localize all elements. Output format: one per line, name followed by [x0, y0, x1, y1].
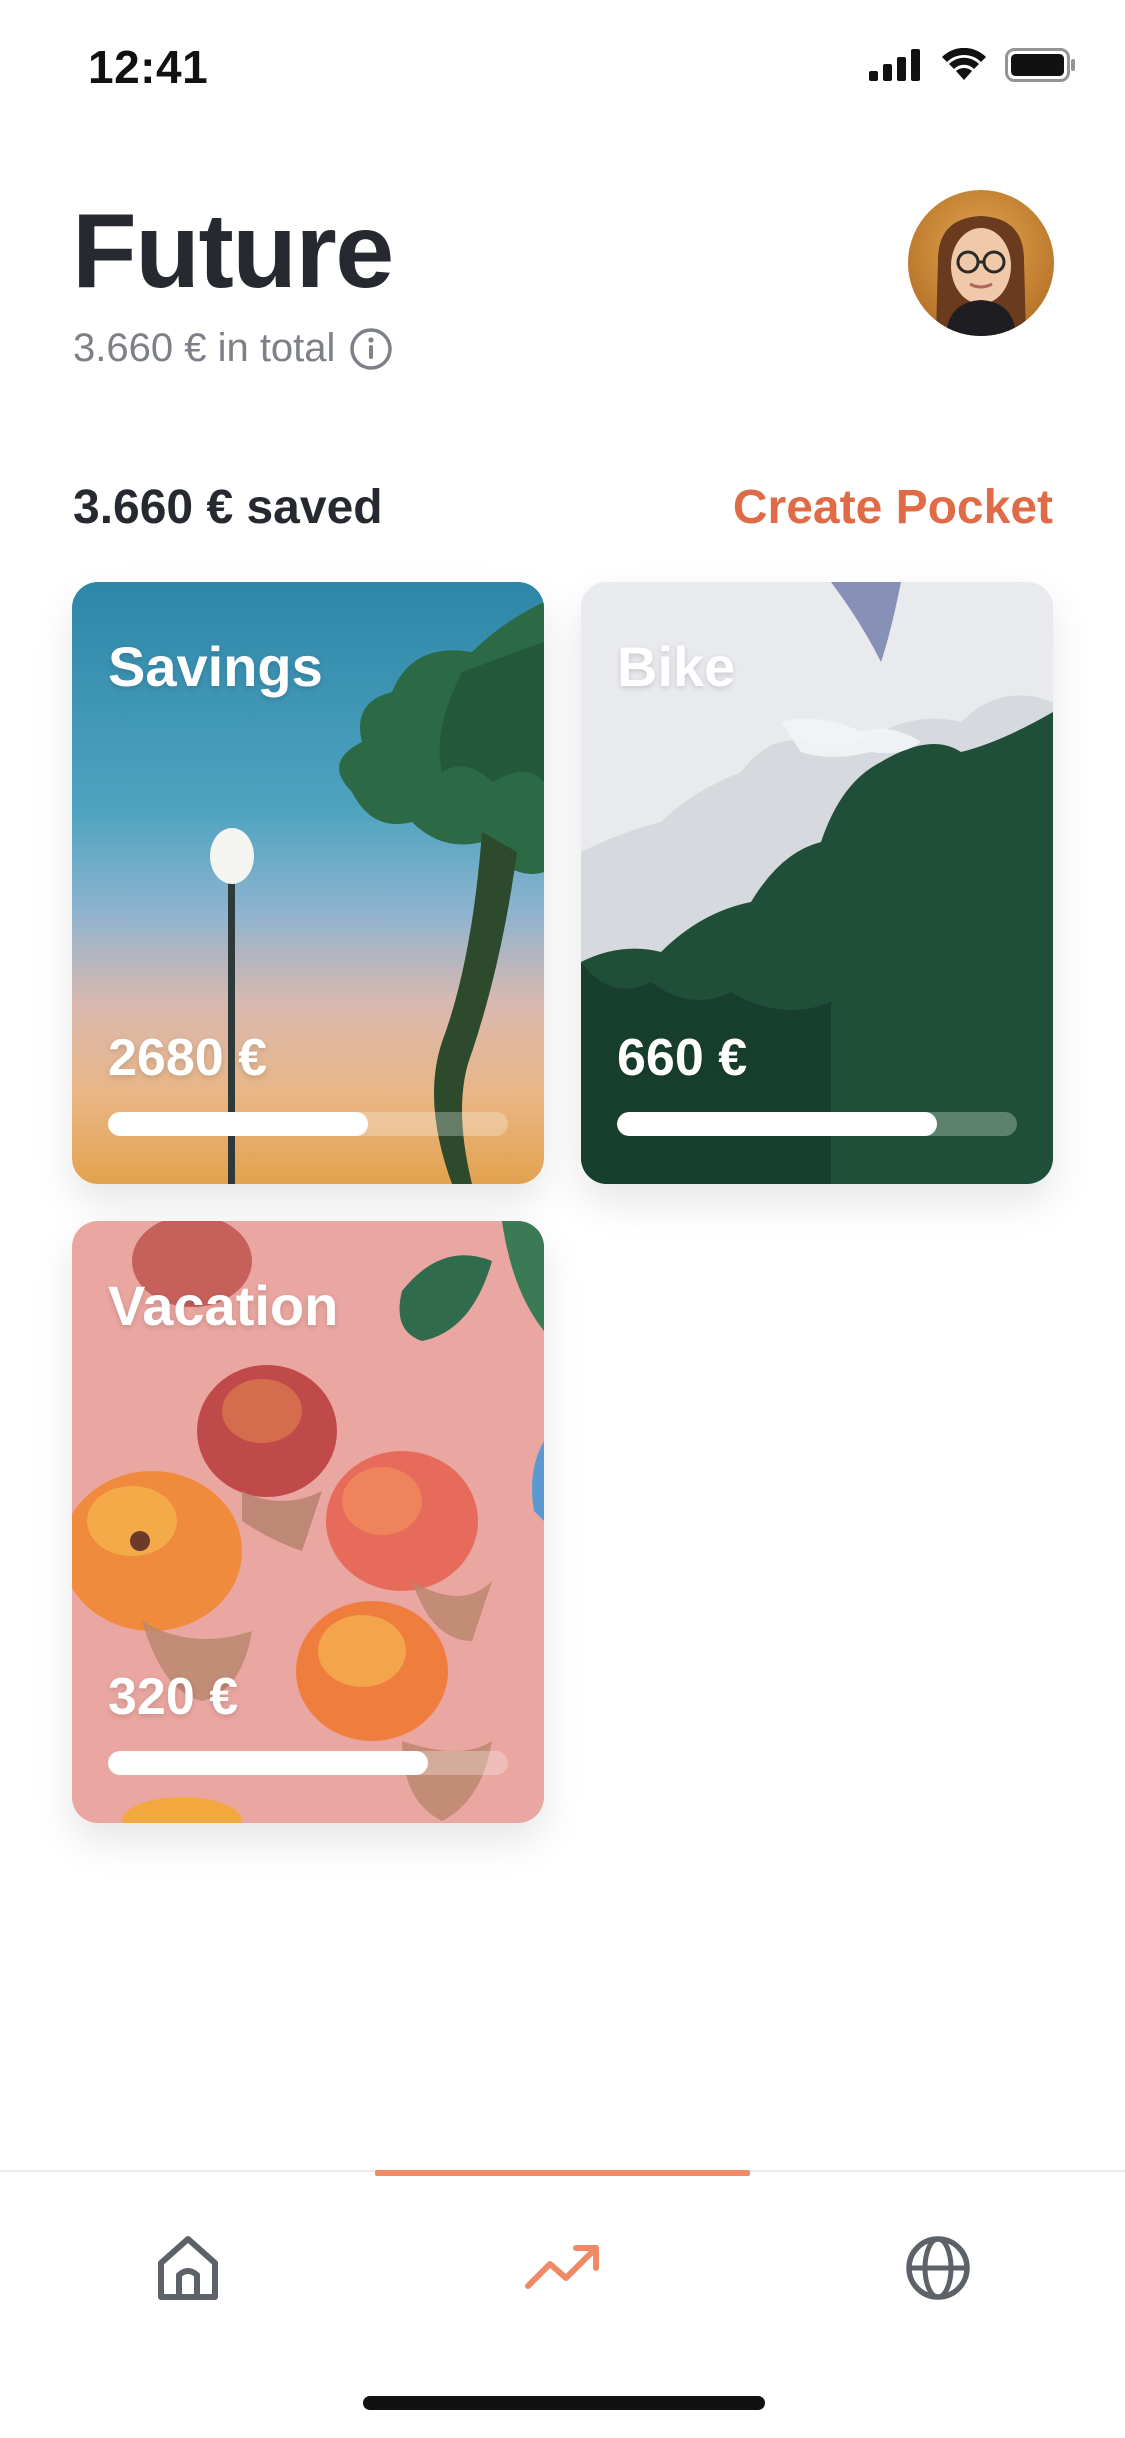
- status-bar: 12:41: [0, 0, 1125, 132]
- tab-home[interactable]: [0, 2208, 375, 2328]
- pocket-progress-fill: [617, 1112, 937, 1136]
- saved-total: 3.660 € saved: [73, 481, 383, 534]
- pocket-progress-bar: [617, 1112, 1017, 1136]
- wifi-icon: [942, 48, 986, 80]
- avatar[interactable]: [908, 190, 1054, 336]
- home-indicator[interactable]: [363, 2396, 765, 2410]
- tab-explore[interactable]: [750, 2208, 1125, 2328]
- pocket-name: Bike: [617, 635, 736, 698]
- signal-icon: [869, 49, 920, 81]
- pocket-amount: 2680 €: [108, 1029, 268, 1087]
- create-pocket-button[interactable]: Create Pocket: [733, 480, 1053, 535]
- status-icons: [869, 48, 1077, 82]
- home-icon: [157, 2236, 218, 2300]
- pocket-progress-bar: [108, 1112, 508, 1136]
- pocket-name: Vacation: [108, 1274, 339, 1337]
- tab-future[interactable]: [375, 2208, 750, 2328]
- pocket-amount: 660 €: [617, 1029, 748, 1087]
- pocket-progress-fill: [108, 1112, 368, 1136]
- pocket-card-savings[interactable]: Savings 2680 €: [72, 582, 544, 1184]
- trending-up-icon: [524, 2245, 599, 2289]
- battery-icon: [1005, 48, 1075, 82]
- tab-active-indicator: [375, 2170, 750, 2176]
- pocket-card-vacation[interactable]: Vacation 320 €: [72, 1221, 544, 1823]
- info-icon[interactable]: [349, 327, 393, 371]
- pocket-progress-bar: [108, 1751, 508, 1775]
- summary-row: 3.660 € saved Create Pocket: [73, 480, 1053, 535]
- pocket-name: Savings: [108, 635, 323, 698]
- total-amount: 3.660 € in total: [73, 326, 336, 370]
- status-time: 12:41: [88, 41, 209, 93]
- pocket-progress-fill: [108, 1751, 428, 1775]
- globe-icon: [905, 2236, 970, 2300]
- pocket-card-bike[interactable]: Bike 660 €: [581, 582, 1053, 1184]
- page-title: Future: [72, 192, 394, 310]
- total-line[interactable]: 3.660 € in total: [73, 326, 393, 371]
- pocket-amount: 320 €: [108, 1668, 239, 1726]
